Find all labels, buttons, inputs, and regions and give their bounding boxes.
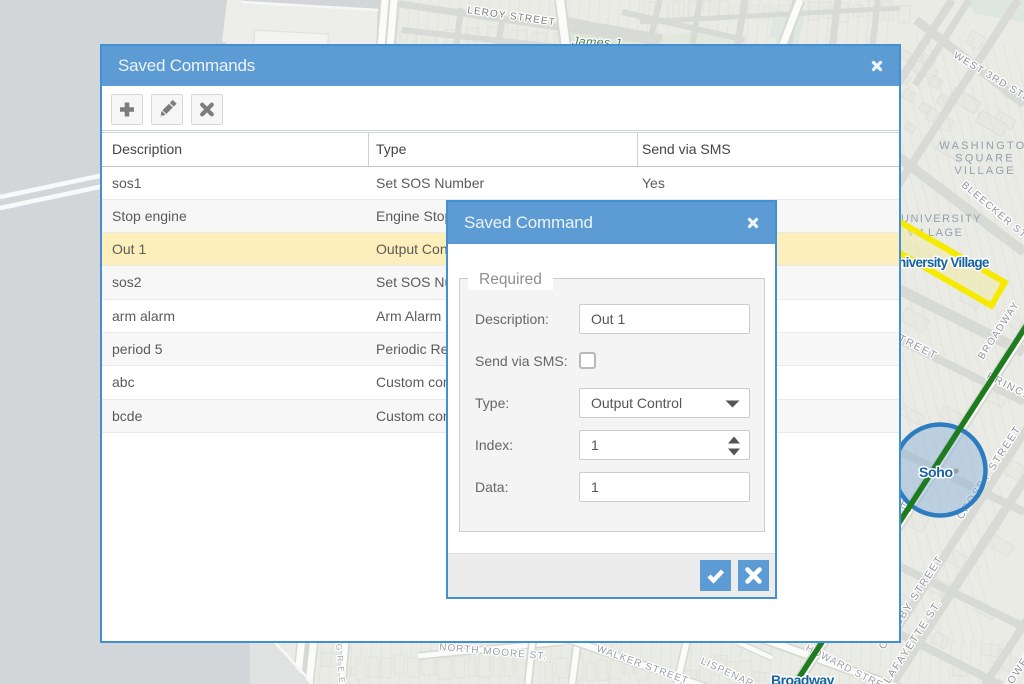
svg-text:Soho: Soho	[919, 464, 953, 480]
svg-text:VILLAGE: VILLAGE	[954, 165, 1015, 177]
svg-text:SQUARE: SQUARE	[955, 153, 1015, 165]
svg-text:Broadway: Broadway	[771, 672, 835, 684]
svg-text:UNIVERSITY: UNIVERSITY	[901, 213, 982, 225]
svg-text:University Village: University Village	[889, 255, 990, 270]
svg-text:WASHINGTON: WASHINGTON	[939, 140, 1024, 152]
